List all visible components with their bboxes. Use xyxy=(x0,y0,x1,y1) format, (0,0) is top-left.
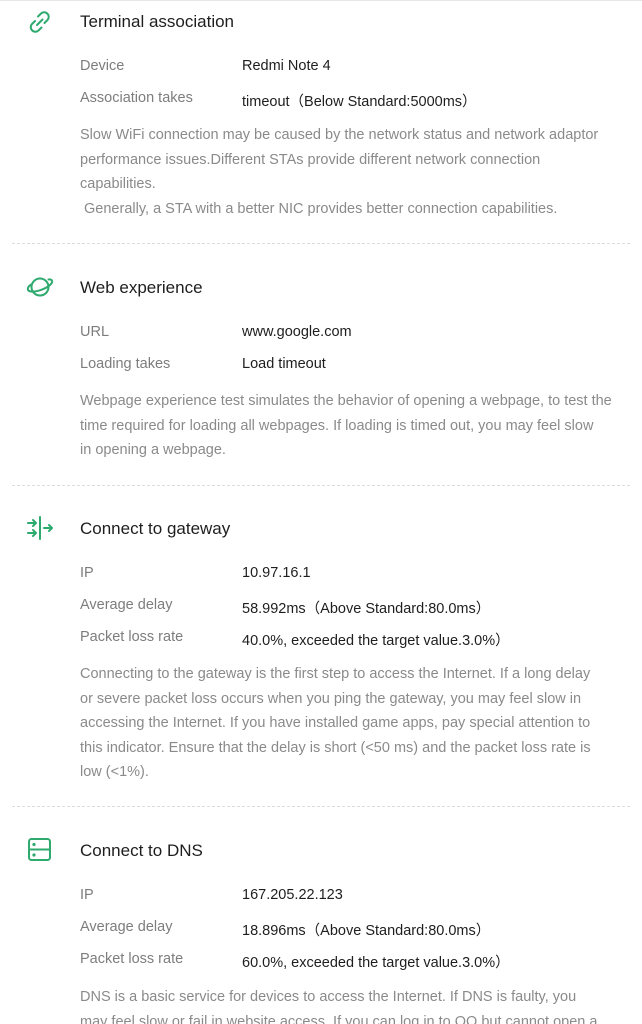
section-divider xyxy=(12,243,630,244)
row-label: Average delay xyxy=(80,919,173,935)
section-divider xyxy=(12,806,630,807)
row-value: timeout（Below Standard:5000ms） xyxy=(242,94,477,110)
description-line: Generally, a STA with a better NIC provi… xyxy=(80,200,558,217)
description-line: this indicator. Ensure that the delay is… xyxy=(80,739,591,756)
gateway-icon xyxy=(25,513,55,543)
row-value: 10.97.16.1 xyxy=(242,565,311,581)
row-label: URL xyxy=(80,324,110,340)
row-label: Packet loss rate xyxy=(80,629,184,645)
section-title: Connect to gateway xyxy=(80,519,231,538)
description-line: Connecting to the gateway is the first s… xyxy=(80,666,591,682)
description-line: capabilities. xyxy=(80,176,156,192)
description-line: or severe packet loss occurs when you pi… xyxy=(80,690,582,707)
description-line: performance issues.Different STAs provid… xyxy=(80,151,541,168)
row-value: 60.0%, exceeded the target value.3.0%） xyxy=(242,955,510,971)
row-value: Redmi Note 4 xyxy=(242,58,331,74)
description-line: time required for loading all webpages. … xyxy=(80,417,594,434)
row-label: Loading takes xyxy=(80,356,171,372)
row-label: IP xyxy=(80,887,94,903)
description-line: accessing the Internet. If you have inst… xyxy=(80,715,591,731)
section-title: Connect to DNS xyxy=(80,841,203,860)
row-value: www.google.com xyxy=(242,324,352,340)
row-label: Device xyxy=(80,58,125,74)
section-title: Web experience xyxy=(80,278,203,297)
section-description: Slow WiFi connection may be caused by th… xyxy=(80,123,625,221)
top-divider xyxy=(0,0,642,1)
description-line: in opening a webpage. xyxy=(80,442,226,458)
section-description: Connecting to the gateway is the first s… xyxy=(80,662,625,785)
link-icon xyxy=(25,7,55,37)
row-value: 40.0%, exceeded the target value.3.0%） xyxy=(242,633,510,649)
section-description: DNS is a basic service for devices to ac… xyxy=(80,985,625,1024)
section-divider xyxy=(12,485,630,486)
row-value: 167.205.22.123 xyxy=(242,887,343,903)
section-title: Terminal association xyxy=(80,12,235,31)
description-line: DNS is a basic service for devices to ac… xyxy=(80,989,577,1005)
row-value: 58.992ms（Above Standard:80.0ms） xyxy=(242,601,491,617)
description-line: Webpage experience test simulates the be… xyxy=(80,393,612,409)
description-line: low (<1%). xyxy=(80,764,149,780)
row-label: Packet loss rate xyxy=(80,951,184,967)
row-label: Association takes xyxy=(80,90,193,106)
row-value: Load timeout xyxy=(242,356,326,372)
description-line: Slow WiFi connection may be caused by th… xyxy=(80,127,599,143)
description-line: may feel slow or fail in website access.… xyxy=(80,1013,598,1024)
planet-icon xyxy=(25,272,55,302)
row-value: 18.896ms（Above Standard:80.0ms） xyxy=(242,923,491,939)
server-icon xyxy=(25,835,55,865)
row-label: Average delay xyxy=(80,597,173,613)
row-label: IP xyxy=(80,565,94,581)
section-description: Webpage experience test simulates the be… xyxy=(80,389,625,463)
